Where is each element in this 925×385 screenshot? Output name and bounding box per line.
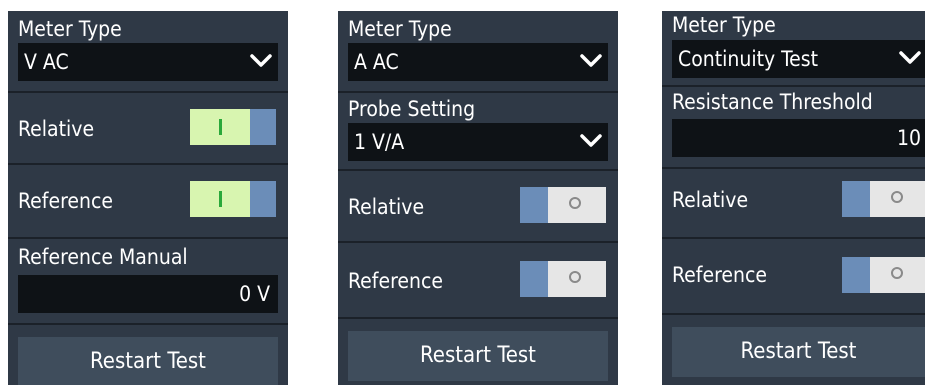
resistance-threshold-value: 10 [896,126,921,150]
toggle-track [548,187,606,223]
toggle-on-mark [219,119,222,135]
divider [662,313,925,315]
meter-type-label: Meter Type [348,17,452,41]
toggle-track [548,261,606,297]
divider [338,91,618,93]
reference-toggle[interactable] [190,181,276,217]
toggle-on-mark [219,191,222,207]
restart-test-label: Restart Test [420,343,536,368]
meter-type-dropdown[interactable]: A AC [348,43,608,81]
relative-toggle[interactable] [190,109,276,145]
reference-label: Reference [18,189,114,213]
toggle-off-circle [569,197,581,209]
meter-settings-panel-continuity: Meter Type Continuity Test Resistance Th… [662,11,925,385]
reference-manual-input[interactable]: 0 V [18,275,278,313]
relative-label: Relative [672,188,749,212]
reference-label: Reference [348,269,444,293]
divider [8,323,288,325]
meter-type-value: A AC [354,50,399,74]
restart-test-button[interactable]: Restart Test [672,327,925,377]
divider [8,163,288,165]
reference-manual-value: 0 V [239,282,270,306]
reference-manual-label: Reference Manual [18,245,188,269]
divider [662,167,925,169]
meter-type-dropdown[interactable]: Continuity Test [672,40,925,78]
toggle-track [870,181,925,217]
toggle-knob [250,109,276,145]
probe-setting-label: Probe Setting [348,97,476,121]
relative-toggle[interactable] [842,181,925,217]
meter-type-label: Meter Type [672,13,776,37]
probe-setting-dropdown[interactable]: 1 V/A [348,123,608,161]
meter-settings-panel-v-ac: Meter Type V AC Relative Reference Refer… [8,11,288,385]
toggle-track [870,257,925,293]
restart-test-button[interactable]: Restart Test [348,331,608,381]
divider [662,85,925,87]
meter-type-label: Meter Type [18,17,122,41]
divider [8,91,288,93]
reference-label: Reference [672,263,768,287]
toggle-off-circle [569,271,581,283]
reference-toggle[interactable] [520,261,606,297]
divider [338,241,618,243]
toggle-knob [250,181,276,217]
toggle-off-circle [891,191,903,203]
chevron-down-icon [580,134,602,147]
restart-test-label: Restart Test [90,349,206,374]
resistance-threshold-input[interactable]: 10 [672,119,925,157]
toggle-off-circle [891,267,903,279]
relative-label: Relative [348,195,425,219]
relative-label: Relative [18,117,95,141]
toggle-knob [842,257,870,293]
toggle-knob [520,261,548,297]
divider [662,237,925,239]
restart-test-label: Restart Test [740,339,857,364]
chevron-down-icon [899,51,921,64]
meter-settings-panel-a-ac: Meter Type A AC Probe Setting 1 V/A Rela… [338,11,618,385]
divider [338,169,618,171]
meter-type-value: V AC [24,50,69,74]
divider [338,317,618,319]
relative-toggle[interactable] [520,187,606,223]
toggle-knob [842,181,870,217]
meter-type-value: Continuity Test [678,47,819,71]
chevron-down-icon [580,54,602,67]
restart-test-button[interactable]: Restart Test [18,337,278,385]
probe-setting-value: 1 V/A [354,130,405,154]
meter-type-dropdown[interactable]: V AC [18,43,278,81]
chevron-down-icon [250,54,272,67]
reference-toggle[interactable] [842,257,925,293]
divider [8,237,288,239]
resistance-threshold-label: Resistance Threshold [672,90,873,114]
toggle-knob [520,187,548,223]
